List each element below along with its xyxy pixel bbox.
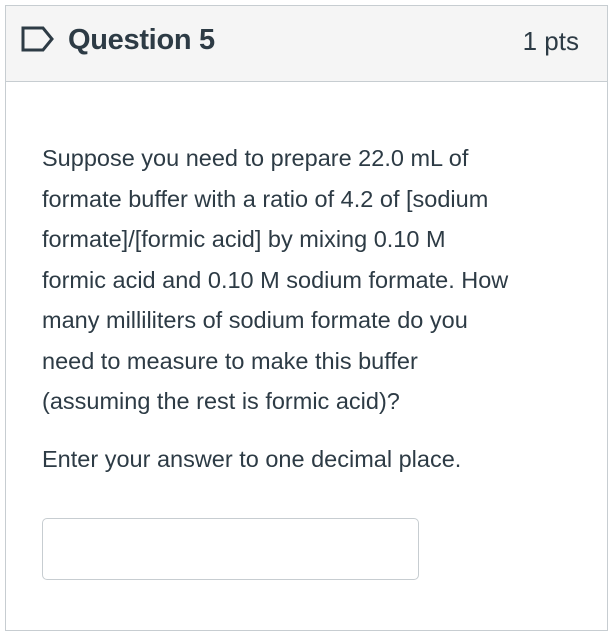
answer-input[interactable] [42,518,419,580]
question-text-line: formic acid and 0.10 M sodium formate. H… [42,266,509,293]
question-text-line: formate]/[formic acid] by mixing 0.10 M [42,226,446,252]
question-text-line: formate buffer with a ratio of 4.2 of [s… [42,185,489,212]
question-text: Suppose you need to prepare 22.0 mL of f… [42,138,582,422]
bookmark-flag-icon[interactable] [21,26,55,52]
question-text-line: Suppose you need to prepare 22.0 mL of [42,145,469,171]
question-header: Question 5 1 pts [6,6,607,82]
question-text-line: (assuming the rest is formic acid)? [42,388,400,414]
answer-instruction: Enter your answer to one decimal place. [42,446,462,472]
question-text-line: need to measure to make this buffer [42,347,418,374]
question-card: Question 5 1 pts Suppose you need to pre… [5,5,608,631]
question-text-line: many milliliters of sodium formate do yo… [42,307,468,333]
question-title: Question 5 [68,24,215,56]
question-points: 1 pts [522,26,579,56]
